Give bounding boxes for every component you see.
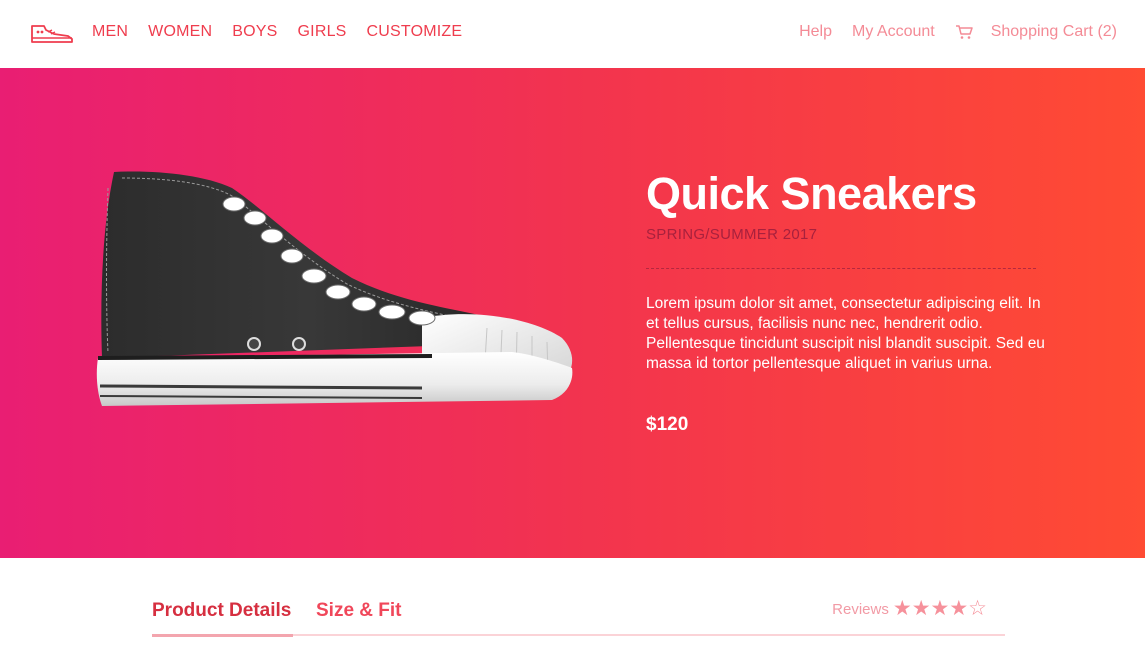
account-links: Help My Account Shopping Cart (2) — [779, 23, 1117, 41]
my-account-link[interactable]: My Account — [852, 23, 935, 41]
category-links: MEN WOMEN BOYS GIRLS CUSTOMIZE — [92, 23, 482, 41]
top-navigation: MEN WOMEN BOYS GIRLS CUSTOMIZE Help My A… — [0, 0, 1145, 68]
product-description: Lorem ipsum dolor sit amet, consectetur … — [646, 295, 1045, 372]
nav-link-women[interactable]: WOMEN — [148, 23, 212, 41]
nav-link-men[interactable]: MEN — [92, 23, 128, 41]
shopping-cart-link[interactable]: Shopping Cart (2) — [991, 23, 1117, 41]
high-top-sneaker-image — [96, 171, 573, 406]
product-tabs: Product Details Size & Fit Reviews ★★★★☆ — [152, 596, 1005, 637]
tab-size-fit[interactable]: Size & Fit — [316, 600, 402, 622]
reviews-rating[interactable]: Reviews ★★★★☆ — [832, 598, 987, 620]
sneaker-logo-icon[interactable] — [30, 22, 74, 44]
cart-icon[interactable] — [955, 24, 973, 40]
star-filled-icon: ★ — [930, 597, 950, 620]
star-empty-icon: ☆ — [968, 597, 987, 620]
star-filled-icon: ★ — [949, 597, 969, 620]
star-rating: ★★★★☆ — [893, 598, 987, 620]
reviews-label: Reviews — [832, 600, 889, 618]
product-title: Quick Sneakers — [646, 168, 977, 219]
star-filled-icon: ★ — [911, 597, 931, 620]
product-hero: Quick Sneakers SPRING/SUMMER 2017 Lorem … — [0, 68, 1145, 558]
tab-product-details[interactable]: Product Details — [152, 600, 294, 637]
nav-link-boys[interactable]: BOYS — [232, 23, 277, 41]
nav-link-customize[interactable]: CUSTOMIZE — [367, 23, 463, 41]
product-season: SPRING/SUMMER 2017 — [646, 226, 818, 243]
nav-link-girls[interactable]: GIRLS — [298, 23, 347, 41]
star-filled-icon: ★ — [892, 597, 912, 620]
divider — [646, 268, 1036, 269]
help-link[interactable]: Help — [799, 23, 832, 41]
product-price: $120 — [646, 414, 689, 435]
